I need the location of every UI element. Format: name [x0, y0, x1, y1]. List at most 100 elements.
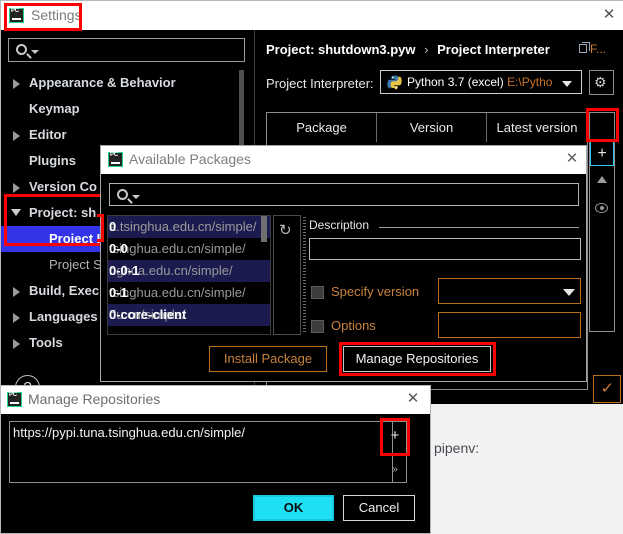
check-glyph: ✓: [600, 380, 615, 397]
page-title: Settings: [31, 7, 82, 23]
splitter-handle[interactable]: [301, 215, 308, 335]
eye-glyph: [595, 203, 608, 213]
chevron-right-icon: [13, 287, 20, 297]
sidebar-item-label: Project S: [49, 257, 102, 272]
install-package-button[interactable]: Install Package: [209, 346, 327, 372]
dialog-titlebar: Manage Repositories ✕: [1, 386, 430, 414]
breadcrumb-separator: ›: [424, 42, 429, 57]
breadcrumb-right-text: F...: [590, 42, 607, 56]
gear-icon: ⚙: [594, 74, 607, 90]
list-item[interactable]: https://pypi.tuna.tsinghua.edu.cn/simple…: [13, 425, 245, 440]
list-item-name: 0-1: [109, 285, 128, 300]
sidebar-item-appearance[interactable]: Appearance & Behavior: [1, 70, 247, 96]
chevron-down-icon: [31, 50, 39, 54]
options-checkbox[interactable]: [311, 320, 324, 333]
list-item[interactable]: nghua.edu.cn/simple/ 0-0-1: [107, 260, 270, 282]
list-item-name: 0-0: [109, 241, 128, 256]
sidebar-item-keymap[interactable]: Keymap: [1, 96, 247, 122]
version-select[interactable]: [438, 278, 581, 304]
sidebar-item-label: Keymap: [29, 101, 80, 116]
sidebar-item-label: Languages: [29, 309, 98, 324]
add-package-button[interactable]: +: [590, 141, 614, 166]
list-item-name: 0-0-1: [109, 263, 140, 278]
sidebar-item-label: Editor: [29, 127, 67, 142]
package-list[interactable]: a.tsinghua.edu.cn/simple/ 0 tsinghua.edu…: [107, 216, 270, 334]
pycharm-icon: [9, 8, 24, 23]
search-icon: [117, 189, 128, 200]
arrow-up-glyph: [597, 176, 607, 183]
gear-button[interactable]: ⚙: [589, 70, 614, 95]
refresh-panel: ↻: [273, 215, 301, 335]
refresh-icon[interactable]: ↻: [279, 221, 292, 239]
ok-button[interactable]: OK: [253, 495, 334, 521]
options-input[interactable]: [438, 312, 581, 338]
search-icon: [16, 44, 27, 55]
sidebar-item-label: Plugins: [29, 153, 76, 168]
description-box: [309, 238, 581, 260]
table-header-row: Package Version Latest version: [267, 113, 587, 142]
chevron-down-icon: [563, 289, 575, 296]
sidebar-item-label: Project: sh: [29, 205, 97, 220]
close-icon[interactable]: ✕: [601, 7, 617, 23]
column-header-latest-version[interactable]: Latest version: [487, 113, 587, 142]
chevron-down-icon: [562, 81, 572, 87]
list-item[interactable]: tsinghua.edu.cn/simple/ 0-1: [107, 282, 270, 304]
chevron-right-icon: [13, 183, 20, 193]
package-list-scrollbar-thumb[interactable]: [261, 216, 267, 242]
list-item-name: 0: [109, 219, 117, 234]
breadcrumb: Project: shutdown3.pyw › Project Interpr…: [266, 42, 550, 57]
description-label: Description: [309, 218, 370, 232]
close-icon[interactable]: ✕: [564, 151, 580, 167]
close-icon[interactable]: ✕: [405, 391, 421, 407]
python-icon: [387, 75, 402, 90]
background-text: pipenv:: [434, 440, 480, 456]
dialog-titlebar: Available Packages ✕: [101, 146, 586, 174]
options-label: Options: [331, 318, 376, 333]
orange-button-partial[interactable]: ✓: [593, 375, 621, 403]
chevron-right-icon: [13, 79, 20, 89]
sidebar-item-label: Project I: [49, 231, 101, 246]
interpreter-path: E:\Pytho: [507, 75, 553, 89]
list-item-name: 0-core-client: [109, 307, 187, 322]
available-packages-dialog: Available Packages ✕ a.tsinghua.edu.cn/s…: [97, 145, 587, 382]
add-repository-button[interactable]: +: [383, 421, 407, 453]
pycharm-icon: [7, 392, 22, 407]
list-item[interactable]: tsinghua.edu.cn/simple/ 0-0: [107, 238, 270, 260]
chevron-right-icon: [13, 131, 20, 141]
dialog-title: Manage Repositories: [28, 391, 161, 407]
column-header-version[interactable]: Version: [377, 113, 487, 142]
package-search-input[interactable]: [109, 183, 579, 206]
list-item[interactable]: [107, 326, 270, 334]
pycharm-icon: [108, 152, 123, 167]
expand-button[interactable]: »: [383, 461, 407, 479]
copy-icon[interactable]: [579, 42, 590, 53]
chevron-right-icon: [13, 339, 20, 349]
list-item[interactable]: du.cn/simple/ 0-core-client: [107, 304, 270, 326]
interpreter-label: Project Interpreter:: [266, 76, 374, 91]
breadcrumb-project[interactable]: Project: shutdown3.pyw: [266, 42, 416, 57]
interpreter-name: Python 3.7 (excel): [407, 75, 504, 89]
description-group: Description: [309, 218, 581, 236]
list-item[interactable]: a.tsinghua.edu.cn/simple/ 0: [107, 216, 270, 238]
manage-repositories-button[interactable]: Manage Repositories: [343, 346, 491, 372]
interpreter-select[interactable]: Python 3.7 (excel) E:\Pytho: [380, 70, 582, 94]
column-header-package[interactable]: Package: [267, 113, 377, 142]
repository-list[interactable]: https://pypi.tuna.tsinghua.edu.cn/simple…: [9, 421, 407, 483]
sidebar-item-label: Version Co: [29, 179, 97, 194]
list-item-url: tsinghua.edu.cn/simple/: [109, 241, 246, 256]
specify-version-checkbox[interactable]: [311, 286, 324, 299]
cancel-button[interactable]: Cancel: [343, 495, 415, 521]
interpreter-value: Python 3.7 (excel) E:\Pytho: [407, 75, 552, 89]
chevron-down-icon: [132, 195, 140, 199]
settings-titlebar: Settings ✕: [1, 1, 623, 30]
sidebar-item-label: Tools: [29, 335, 63, 350]
search-input[interactable]: [8, 38, 245, 62]
chevron-down-icon: [11, 209, 21, 216]
sidebar-item-label: Appearance & Behavior: [29, 75, 176, 90]
list-item-url: tsinghua.edu.cn/simple/: [109, 285, 246, 300]
breadcrumb-page: Project Interpreter: [437, 42, 550, 57]
arrow-up-icon[interactable]: [590, 167, 614, 193]
group-rule: [379, 227, 579, 228]
eye-icon[interactable]: [590, 195, 614, 221]
chevron-right-icon: [13, 313, 20, 323]
